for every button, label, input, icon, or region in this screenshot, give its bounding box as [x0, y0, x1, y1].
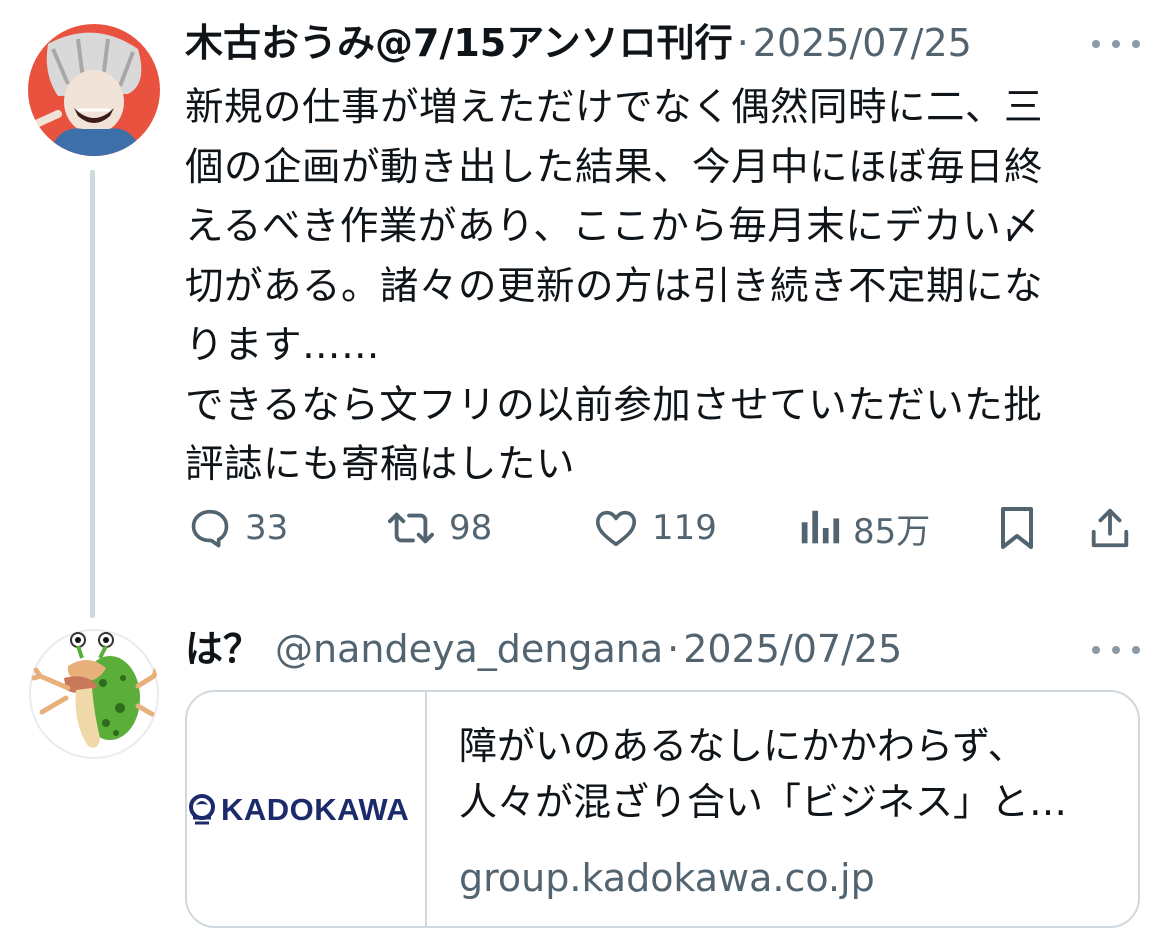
more-icon[interactable]: [1092, 640, 1140, 660]
bookmark-icon: [1001, 507, 1033, 549]
avatar[interactable]: [28, 24, 160, 156]
like-count: 119: [652, 508, 717, 548]
author-name[interactable]: 木古おうみ@7/15アンソロ刊行: [185, 20, 733, 66]
tweet-actions: 33 98 119 85万: [185, 500, 1145, 556]
tweet-header: は？ @nandeya_dengana · 2025/07/25: [185, 626, 902, 672]
card-thumbnail: KADOKAWA: [187, 692, 427, 926]
kadokawa-logo: KADOKAWA: [187, 792, 409, 828]
card-domain: group.kadokawa.co.jp: [459, 856, 875, 900]
tweet-header: 木古おうみ@7/15アンソロ刊行 · 2025/07/25: [185, 20, 972, 66]
card-content: 障がいのあるなしにかかわらず、 人々が混ざり合い「ビジネス」と… group.k…: [459, 718, 1119, 906]
header-separator: ·: [736, 21, 749, 65]
views-count: 85万: [853, 511, 931, 552]
kadokawa-emblem-icon: [189, 794, 215, 825]
like-button[interactable]: 119: [592, 500, 717, 556]
retweet-icon: [387, 512, 434, 544]
tweet-text: 新規の仕事が増えただけでなく偶然同時に二、三 個の企画が動き出した結果、今月中に…: [185, 85, 1044, 487]
views-icon: [801, 510, 840, 544]
share-icon: [1091, 508, 1129, 548]
reply-icon: [191, 509, 229, 548]
bookmark-button[interactable]: [995, 500, 1051, 556]
more-icon[interactable]: [1092, 34, 1140, 54]
reply-count: 33: [245, 508, 289, 548]
author-name[interactable]: は？: [185, 626, 261, 672]
retweet-button[interactable]: 98: [385, 500, 492, 556]
tweet-date[interactable]: 2025/07/25: [753, 20, 972, 66]
card-description: 障がいのあるなしにかかわらず、 人々が混ざり合い「ビジネス」と…: [459, 724, 1068, 824]
logo-text: KADOKAWA: [221, 792, 410, 827]
header-separator: ·: [667, 627, 680, 671]
link-card[interactable]: KADOKAWA 障がいのあるなしにかかわらず、 人々が混ざり合い「ビジネス」と…: [185, 690, 1140, 928]
share-button[interactable]: [1087, 500, 1145, 556]
reply-button[interactable]: 33: [187, 500, 288, 556]
tweet-date[interactable]: 2025/07/25: [683, 626, 902, 672]
retweet-count: 98: [449, 508, 493, 548]
views-button[interactable]: 85万: [797, 500, 930, 556]
author-handle[interactable]: @nandeya_dengana: [275, 626, 663, 672]
like-icon: [595, 510, 637, 547]
avatar[interactable]: [28, 628, 160, 760]
thread-connector-line: [90, 170, 95, 618]
